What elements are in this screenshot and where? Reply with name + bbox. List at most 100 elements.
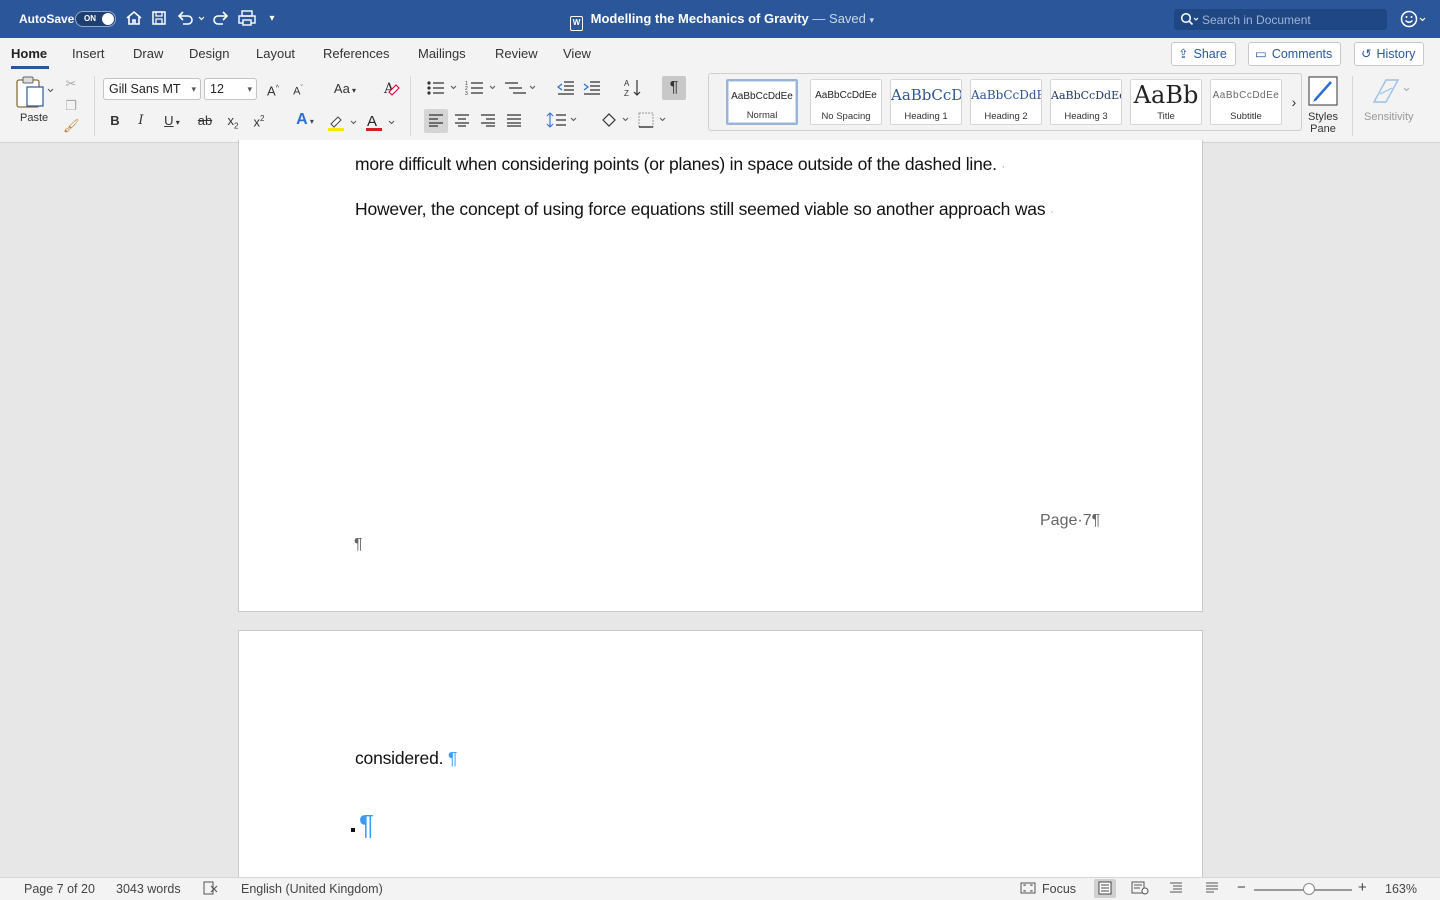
document-title-text: Modelling the Mechanics of Gravity xyxy=(590,11,809,26)
style-heading-3[interactable]: AaBbCcDdEe Heading 3 xyxy=(1050,79,1122,125)
save-icon[interactable] xyxy=(150,9,170,29)
search-box[interactable]: Search in Document xyxy=(1174,9,1387,30)
print-icon[interactable] xyxy=(237,9,257,29)
styles-pane-icon[interactable] xyxy=(1306,74,1340,112)
align-left-button[interactable] xyxy=(424,109,448,133)
chevron-right-icon[interactable]: › xyxy=(1289,94,1299,110)
superscript-button[interactable]: x2 xyxy=(250,111,268,130)
tab-design[interactable]: Design xyxy=(189,46,229,61)
tab-review[interactable]: Review xyxy=(495,46,538,61)
word-count[interactable]: 3043 words xyxy=(116,882,181,896)
copy-icon[interactable]: ❐ xyxy=(63,98,79,114)
justify-button[interactable] xyxy=(506,113,522,131)
comments-label: Comments xyxy=(1271,47,1333,61)
zoom-in-icon[interactable]: + xyxy=(1358,879,1367,896)
tab-layout[interactable]: Layout xyxy=(256,46,295,61)
styles-pane-label[interactable]: Styles Pane xyxy=(1306,111,1340,135)
clear-formatting-icon[interactable]: A xyxy=(383,79,401,101)
style-sample: AaBbCcDdEe xyxy=(1212,90,1280,101)
document-page[interactable]: considered. ¶ ¶ xyxy=(238,630,1203,890)
subscript-button[interactable]: x2 xyxy=(224,113,242,135)
numbering-button[interactable]: 123 xyxy=(465,80,499,100)
comments-button[interactable]: ▭ Comments xyxy=(1248,42,1342,66)
style-heading-2[interactable]: AaBbCcDdE Heading 2 xyxy=(970,79,1042,125)
outline-view-icon[interactable] xyxy=(1168,881,1184,898)
paragraph[interactable]: considered. ¶ xyxy=(355,748,457,769)
space-mark: · xyxy=(1001,161,1006,173)
tab-references[interactable]: References xyxy=(323,46,389,61)
sort-icon[interactable]: AZ xyxy=(623,78,643,102)
focus-icon[interactable] xyxy=(1020,881,1036,898)
style-sample: AaBbCcDdEe xyxy=(731,91,793,102)
customize-toolbar-icon[interactable]: ▾ xyxy=(266,9,278,29)
tab-view[interactable]: View xyxy=(563,46,591,61)
document-page[interactable]: more difficult when considering points (… xyxy=(238,140,1203,612)
paragraph[interactable]: more difficult when considering points (… xyxy=(355,154,1005,175)
font-name-value: Gill Sans MT xyxy=(109,82,181,96)
style-subtitle[interactable]: AaBbCcDdEe Subtitle xyxy=(1210,79,1282,125)
style-title[interactable]: AaBb Title xyxy=(1130,79,1202,125)
feedback-smiley-icon[interactable] xyxy=(1400,9,1428,34)
sensitivity-icon[interactable] xyxy=(1370,74,1414,112)
style-name: Heading 3 xyxy=(1064,111,1108,122)
undo-icon[interactable] xyxy=(175,9,205,29)
web-layout-view-icon[interactable] xyxy=(1131,881,1149,898)
underline-button[interactable]: U ▾ xyxy=(158,113,186,131)
zoom-out-icon[interactable]: − xyxy=(1237,879,1246,896)
text-effects-button[interactable]: A ▾ xyxy=(289,112,321,130)
paragraph-text: However, the concept of using force equa… xyxy=(355,199,1046,219)
tab-draw[interactable]: Draw xyxy=(133,46,163,61)
align-center-button[interactable] xyxy=(454,113,470,131)
bold-button[interactable]: B xyxy=(108,113,122,129)
zoom-slider-handle[interactable] xyxy=(1303,883,1315,895)
home-icon[interactable] xyxy=(125,9,145,29)
autosave-toggle[interactable]: ON xyxy=(75,11,116,27)
history-icon: ↺ xyxy=(1361,47,1372,61)
chevron-down-icon[interactable]: ▾ xyxy=(870,15,875,25)
style-heading-1[interactable]: AaBbCcD Heading 1 xyxy=(890,79,962,125)
shrink-font-icon[interactable]: Aˇ xyxy=(290,81,306,100)
show-formatting-marks-button[interactable]: ¶ xyxy=(662,76,686,100)
align-right-button[interactable] xyxy=(480,113,496,131)
empty-paragraph[interactable]: ¶ xyxy=(351,809,374,841)
chevron-down-icon: ▾ xyxy=(247,84,252,94)
borders-button[interactable] xyxy=(638,112,672,132)
zoom-level[interactable]: 163% xyxy=(1385,882,1417,896)
language-indicator[interactable]: English (United Kingdom) xyxy=(241,882,383,896)
highlight-button[interactable] xyxy=(327,112,359,136)
style-no-spacing[interactable]: AaBbCcDdEe No Spacing xyxy=(810,79,882,125)
grow-font-icon[interactable]: A^ xyxy=(265,81,281,99)
paragraph-text: considered. xyxy=(355,748,444,768)
line-spacing-button[interactable] xyxy=(546,112,580,132)
italic-button[interactable]: I xyxy=(134,113,148,129)
font-color-button[interactable]: A xyxy=(365,112,397,136)
multilevel-list-button[interactable] xyxy=(504,80,538,100)
active-tab-indicator xyxy=(11,66,49,69)
proofing-icon[interactable] xyxy=(203,881,219,898)
page-count[interactable]: Page 7 of 20 xyxy=(24,882,95,896)
change-case-button[interactable]: Aa ▾ xyxy=(330,81,360,99)
paragraph[interactable]: However, the concept of using force equa… xyxy=(355,199,1054,220)
cut-icon[interactable]: ✂ xyxy=(64,76,78,92)
strikethrough-button[interactable]: ab xyxy=(196,113,214,129)
pilcrow-mark: ¶ xyxy=(447,748,458,768)
tab-insert[interactable]: Insert xyxy=(72,46,105,61)
font-name-select[interactable]: Gill Sans MT ▾ xyxy=(103,78,201,100)
print-layout-view-icon[interactable] xyxy=(1094,879,1116,898)
format-painter-icon[interactable]: 🖌 xyxy=(63,118,80,134)
font-size-select[interactable]: 12 ▾ xyxy=(204,78,257,100)
redo-icon[interactable] xyxy=(211,9,231,29)
style-normal[interactable]: AaBbCcDdEe Normal xyxy=(726,79,798,125)
draft-view-icon[interactable] xyxy=(1204,881,1220,898)
focus-button[interactable]: Focus xyxy=(1042,882,1076,896)
history-button[interactable]: ↺ History xyxy=(1354,42,1425,66)
search-input[interactable]: Search in Document xyxy=(1202,13,1311,27)
decrease-indent-icon[interactable] xyxy=(557,80,575,100)
share-button[interactable]: ⇪ Share xyxy=(1171,42,1236,66)
paste-button[interactable] xyxy=(14,75,56,113)
shading-button[interactable] xyxy=(600,112,634,132)
tab-home[interactable]: Home xyxy=(11,46,47,61)
increase-indent-icon[interactable] xyxy=(583,80,601,100)
tab-mailings[interactable]: Mailings xyxy=(418,46,466,61)
bullets-button[interactable] xyxy=(426,80,460,100)
